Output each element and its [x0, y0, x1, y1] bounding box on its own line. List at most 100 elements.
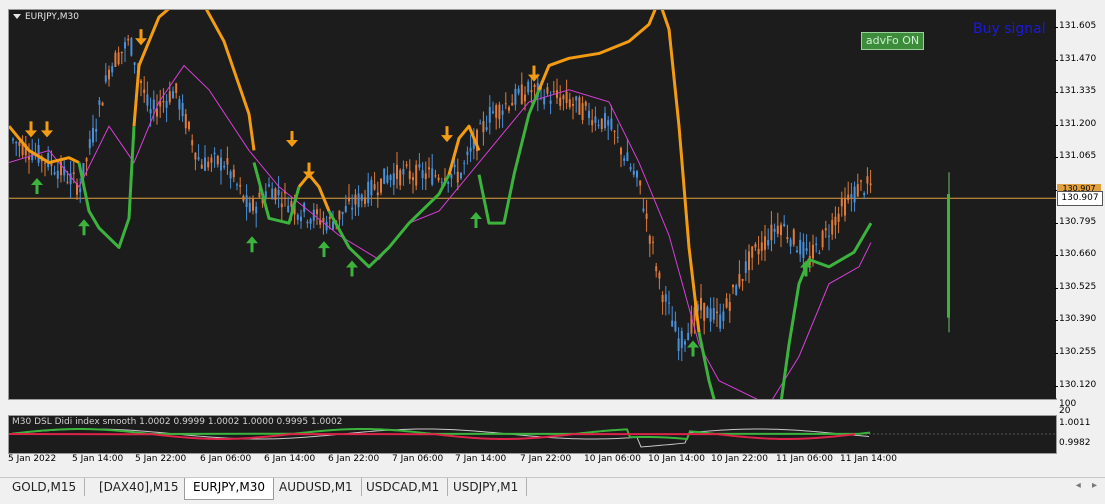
tab-usdjpy-m1[interactable]: USDJPY,M1	[445, 478, 528, 496]
candle	[434, 169, 437, 179]
time-tick-label: 11 Jan 14:00	[840, 454, 897, 464]
candle	[834, 206, 837, 239]
buy-arrow-icon	[246, 236, 258, 253]
price-tick-label: 131.470	[1054, 53, 1097, 64]
tab-audusd-m1[interactable]: AUDUSD,M1	[271, 478, 362, 496]
indicator-subwindow[interactable]: M30 DSL Didi index smooth 1.0002 0.9999 …	[8, 415, 1057, 454]
candle	[709, 297, 712, 332]
indicator-tick: 1.0011	[1059, 418, 1091, 428]
candle	[796, 245, 798, 253]
candle	[220, 149, 222, 185]
candle	[399, 168, 402, 190]
candle	[210, 154, 213, 172]
candle	[124, 37, 126, 62]
candle	[728, 293, 731, 323]
candle	[92, 114, 94, 147]
candle	[280, 191, 283, 222]
candle	[95, 118, 98, 142]
tab-usdcad-m1[interactable]: USDCAD,M1	[358, 478, 449, 496]
candle	[664, 286, 667, 316]
tab-dax40-m15[interactable]: [DAX40],M15	[91, 478, 188, 496]
candle	[357, 185, 360, 216]
candle	[207, 156, 210, 171]
candle	[117, 46, 120, 66]
buy-arrow-icon	[470, 212, 482, 228]
tab-eurjpy-m30[interactable]: EURJPY,M30	[184, 478, 274, 500]
candle	[389, 173, 392, 188]
tab-gold-m15[interactable]: GOLD,M15	[4, 478, 86, 496]
tab-scroll-arrows-icon[interactable]: ◂ ▸	[1076, 480, 1101, 491]
signal-bar	[947, 194, 950, 318]
candle	[844, 187, 846, 222]
advfo-button[interactable]: advFo ON	[861, 32, 924, 50]
candle	[623, 155, 626, 166]
candle	[248, 196, 251, 213]
candle	[700, 284, 702, 319]
candle	[821, 229, 824, 251]
indicator-line-red	[9, 433, 856, 440]
price-tick-label: 131.605	[1054, 21, 1097, 31]
sell-arrow-icon	[135, 29, 147, 46]
time-tick-label: 10 Jan 06:00	[584, 454, 641, 464]
time-tick-label: 5 Jan 14:00	[72, 454, 124, 464]
candle	[847, 181, 850, 204]
candle	[111, 62, 114, 77]
time-tick-label: 10 Jan 14:00	[648, 454, 705, 464]
candle	[626, 138, 629, 162]
candle	[127, 34, 130, 46]
candle	[680, 327, 683, 362]
price-tick-label: 130.525	[1054, 281, 1097, 292]
candle	[383, 168, 386, 185]
candle	[764, 225, 766, 262]
candle	[287, 196, 290, 213]
candle	[360, 193, 363, 208]
candle	[159, 89, 162, 118]
candle	[319, 208, 322, 229]
candle	[63, 160, 66, 182]
candle	[792, 228, 795, 247]
time-tick-label: 11 Jan 06:00	[776, 454, 833, 464]
candle	[789, 237, 792, 255]
candle	[338, 210, 341, 227]
candle	[648, 234, 651, 258]
price-tick-label: 130.255	[1054, 347, 1097, 357]
candle	[69, 160, 72, 199]
dsl-line-up	[252, 162, 301, 225]
candle	[386, 166, 389, 185]
candle	[424, 161, 427, 191]
buy-arrow-icon	[31, 178, 43, 195]
candle	[463, 159, 466, 175]
time-tick-label: 7 Jan 14:00	[455, 454, 507, 464]
candle	[162, 88, 165, 113]
time-axis[interactable]: 5 Jan 2022 5 Jan 14:00 5 Jan 22:00 6 Jan 06…	[0, 453, 1056, 467]
candle	[303, 201, 306, 218]
candle	[194, 151, 197, 171]
candle	[242, 194, 245, 203]
time-tick-label: 6 Jan 06:00	[200, 454, 252, 464]
candle	[373, 171, 376, 191]
candle	[684, 339, 686, 353]
candle	[236, 182, 238, 191]
candle	[866, 167, 869, 195]
sell-arrow-icon	[41, 121, 53, 138]
candle	[492, 101, 494, 115]
indicator-title: M30 DSL Didi index smooth 1.0002 0.9999 …	[12, 417, 343, 427]
price-chart-canvas[interactable]	[9, 10, 1056, 399]
candle	[300, 209, 302, 229]
candle	[380, 178, 382, 196]
candle	[143, 76, 146, 103]
candle	[108, 65, 110, 87]
candle	[428, 157, 430, 178]
dropdown-triangle-icon[interactable]	[13, 14, 21, 19]
candle	[668, 290, 670, 315]
candle	[47, 146, 50, 171]
candle	[527, 79, 530, 96]
candle	[831, 213, 834, 240]
candle	[767, 228, 770, 250]
price-chart[interactable]: EURJPY,M30 advFo ON Buy signal GBPAUDGBP…	[8, 9, 1057, 400]
price-tick-label: 130.390	[1054, 314, 1097, 325]
candle	[588, 102, 590, 126]
candle	[556, 78, 558, 104]
candle	[277, 176, 280, 208]
candle	[437, 174, 440, 183]
